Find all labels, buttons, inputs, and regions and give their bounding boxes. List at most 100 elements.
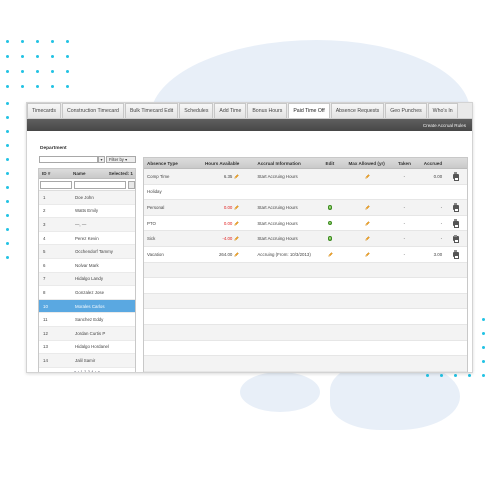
tab-construction-timecard[interactable]: Construction Timecard [62, 103, 124, 118]
pencil-icon[interactable] [234, 236, 240, 241]
tab-absence-requests[interactable]: Absence Requests [330, 103, 385, 118]
printer-icon[interactable] [452, 218, 460, 228]
accrued-value: - [440, 204, 443, 210]
pager-link[interactable]: 4 [91, 370, 93, 372]
printer-icon[interactable] [452, 203, 460, 213]
employee-row[interactable]: 1 Doe John [39, 191, 135, 205]
employee-row[interactable]: 11 Sanchez Eddy [39, 313, 135, 327]
department-select[interactable] [39, 156, 98, 163]
pencil-icon[interactable] [328, 252, 334, 257]
tab-bonus-hours[interactable]: Bonus Hours [247, 103, 288, 118]
accrued-value: - [440, 236, 443, 242]
edit-cell [317, 185, 343, 200]
tab-who-s-in[interactable]: Who's In [427, 103, 458, 118]
id-filter-input[interactable] [40, 180, 72, 189]
taken-value: - [403, 251, 406, 257]
printer-icon[interactable] [452, 250, 460, 259]
filter-toggle-button[interactable] [128, 180, 135, 189]
employee-row[interactable]: 14 Jalil Samir [39, 354, 135, 368]
employee-name: Nolvar Mark [75, 262, 99, 268]
decorative-dot [66, 40, 69, 43]
name-column-header[interactable]: Name [73, 171, 105, 176]
green-check-icon[interactable] [327, 236, 333, 242]
print-cell [444, 216, 467, 231]
filter-by-button[interactable]: Filter by ▾ [106, 156, 136, 163]
pencil-icon[interactable] [365, 252, 370, 257]
pager-link[interactable]: 2 [84, 370, 86, 372]
employee-name: Jalil Samir [75, 357, 96, 363]
pager-link[interactable]: « [74, 370, 76, 372]
tab-bulk-timecard-edit[interactable]: Bulk Timecard Edit [124, 103, 179, 118]
employee-row[interactable]: 7 Hidalgo Landy [39, 272, 135, 287]
create-accrual-rules-link[interactable]: Create Accrual Rules [423, 123, 466, 128]
decorative-dot-grid [6, 40, 81, 100]
pencil-icon[interactable] [365, 220, 370, 226]
employee-id: 8 [43, 289, 46, 295]
pager-link[interactable]: ‹ [78, 370, 79, 372]
employee-table-header: ID # Name Selected: 1 [39, 169, 135, 179]
employee-filter-row [39, 179, 135, 191]
accrual-information: Start Accruing Hours [257, 204, 298, 210]
tab-timecards[interactable]: Timecards [27, 103, 62, 118]
employee-row[interactable]: 10 Morales Carlos [39, 299, 135, 314]
absence-type: Comp Time [147, 173, 170, 179]
print-cell [444, 200, 467, 215]
pencil-icon[interactable] [234, 174, 240, 179]
decorative-dot [36, 55, 39, 58]
tab-schedules[interactable]: Schedules [179, 103, 214, 118]
printer-icon[interactable] [452, 234, 460, 244]
pencil-icon[interactable] [234, 220, 240, 226]
pager-link[interactable]: » [98, 370, 100, 372]
pencil-icon[interactable] [234, 205, 240, 210]
edit-cell [317, 169, 343, 184]
accrual-information: Start Accruing Hours [257, 220, 298, 226]
hours-available-cell: 0.00 [196, 216, 244, 231]
employee-row[interactable]: 4 Perez Kevin [39, 231, 135, 246]
decorative-dot [6, 85, 9, 88]
employee-row[interactable]: 8 Gonzalez Jose [39, 286, 135, 300]
decorative-dot [6, 70, 9, 73]
employee-row[interactable]: 13 Hidalgo Hordanel [39, 340, 135, 355]
absence-row: PTO 0.00 Start Accruing Hours - - [144, 215, 467, 232]
employee-name: Doe John [75, 194, 94, 200]
tab-paid-time-off[interactable]: Paid Time Off [288, 103, 330, 118]
decorative-dot [6, 186, 9, 189]
pager-link[interactable]: 3 [88, 370, 90, 372]
max-allowed-header: Max Allowed (yr) [348, 160, 385, 166]
employee-row[interactable]: 6 Nolvar Mark [39, 258, 135, 273]
pencil-icon[interactable] [365, 236, 370, 241]
name-filter-input[interactable] [73, 180, 127, 189]
employee-name: Jordan Curtis P [75, 330, 106, 336]
pencil-icon[interactable] [365, 174, 370, 179]
decorative-dot [36, 70, 39, 73]
employee-row[interactable]: 5 Occhendorf Tammy [39, 245, 135, 259]
decorative-dot [66, 70, 69, 73]
hours-available: 0.00 [223, 204, 233, 210]
employee-row[interactable]: 12 Jordan Curtis P [39, 326, 135, 341]
selected-count: Selected: 1 [108, 171, 133, 176]
decorative-dot-grid [6, 102, 20, 270]
green-check-icon[interactable] [327, 220, 333, 226]
employee-row[interactable]: 2 Watts Emily [39, 204, 135, 219]
absence-type: Personal [147, 204, 165, 210]
decorative-dot [51, 55, 54, 58]
decorative-dot [6, 242, 9, 245]
decorative-dot [21, 85, 24, 88]
max-allowed-cell [343, 216, 391, 231]
pencil-icon[interactable] [365, 205, 370, 210]
printer-icon[interactable] [452, 172, 460, 181]
green-check-icon[interactable] [327, 205, 333, 210]
hours-available: -4.00 [222, 236, 233, 242]
id-column-header[interactable]: ID # [39, 171, 73, 176]
pager-link[interactable]: 1 [81, 370, 83, 372]
accrual-information: Start Accruing Hours [257, 173, 298, 179]
decorative-dot [482, 360, 485, 363]
chevron-down-icon[interactable]: ▾ [98, 156, 105, 163]
employee-table: ID # Name Selected: 1 1 Doe John 2 Watts Em… [38, 168, 136, 372]
pencil-icon[interactable] [234, 252, 240, 257]
tab-add-time[interactable]: Add Time [214, 103, 247, 118]
employee-row[interactable]: 3 —, — [39, 218, 135, 232]
background-blob [240, 372, 320, 412]
tab-geo-punches[interactable]: Geo Punches [385, 103, 427, 118]
pager-link[interactable]: › [95, 370, 96, 372]
